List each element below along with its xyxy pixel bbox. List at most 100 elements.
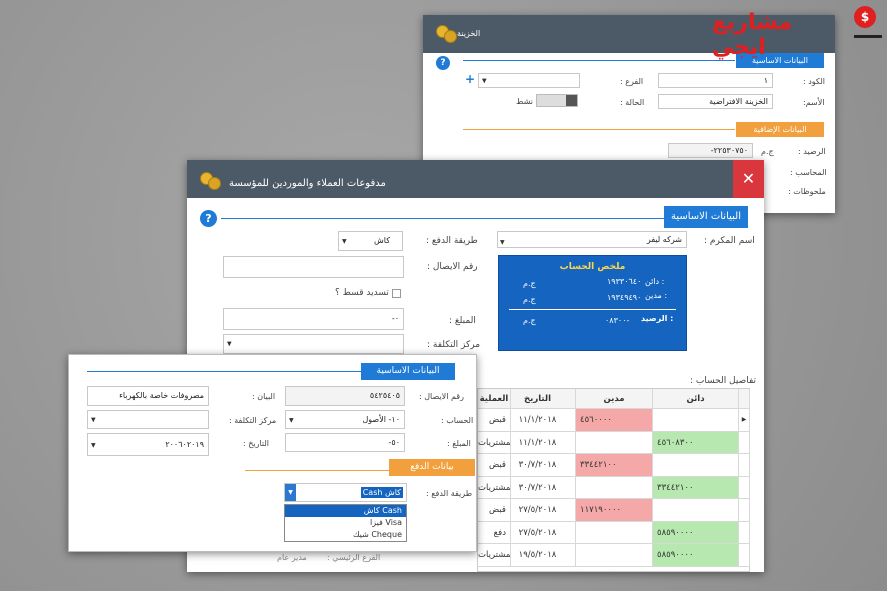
amount-field[interactable]: ٠- (223, 308, 404, 330)
grid-cell-op[interactable]: المشتريات (478, 544, 511, 567)
method-label: طريقة الدفع : (426, 489, 473, 498)
grid-cell-date[interactable]: ١١/١/٢٠١٨ (500, 431, 576, 454)
method-select[interactable]: كاش Cash ▼ (284, 483, 407, 502)
summary-balance-currency: ج.م (523, 316, 536, 325)
receipt-field[interactable] (223, 256, 404, 278)
help-icon[interactable]: ? (200, 210, 217, 227)
coins-icon (200, 172, 222, 190)
close-button[interactable]: ✕ (733, 160, 764, 198)
account-select[interactable]: ١٠- الأصول (285, 410, 405, 429)
grid-cell-credit[interactable]: ٥٨٥٩٠٠٠٠ (653, 544, 739, 567)
cost-center-label: مركز التكلفة : (427, 340, 481, 350)
branch-label: الفرع : (620, 77, 644, 86)
footer-role: مدير عام (277, 553, 307, 562)
option-visa[interactable]: فيزا Visa (285, 517, 406, 529)
grid-cell-debit[interactable]: ٣٣٤٤٢١٠٠ (576, 454, 653, 477)
method-selected: كاش Cash (360, 487, 403, 498)
grid-cell-debit[interactable]: ١١٧١٩٠٠٠٠ (576, 499, 653, 522)
grid-cell-debit[interactable] (576, 431, 653, 454)
row-pointer[interactable] (739, 499, 750, 522)
option-cheque[interactable]: شيك Cheque (285, 529, 406, 541)
code-field[interactable]: ١ (658, 73, 773, 88)
name-label: الأسم: (803, 98, 825, 107)
row-pointer[interactable] (739, 521, 750, 544)
pay-method-label: طريقة الدفع : (426, 236, 478, 246)
date-field[interactable]: ٢٠٠٦٠٢٠١٩ (87, 433, 209, 456)
section-line (221, 218, 664, 219)
grid-cell-op[interactable]: المشتريات (478, 476, 511, 499)
logo-text: مشاريع ايجي (712, 10, 793, 60)
method-dropdown-button[interactable]: ▼ (285, 484, 296, 501)
statement-field[interactable]: مصروفات خاصة بالكهرباء (87, 386, 209, 406)
grid-cell-op[interactable]: قبض (478, 454, 511, 477)
status-toggle[interactable] (536, 94, 578, 107)
row-pointer[interactable] (739, 454, 750, 477)
payment-data-section: بيانات الدفع (389, 459, 475, 476)
grid-cell-credit[interactable] (653, 499, 739, 522)
grid-cell-debit[interactable] (576, 476, 653, 499)
grid-cell-date[interactable]: ٣٠/٧/٢٠١٨ (500, 454, 576, 477)
method-options-list[interactable]: كاش Cash فيزا Visa شيك Cheque (284, 504, 407, 542)
grid-cell-credit[interactable] (653, 409, 739, 432)
grid-header-date[interactable]: التاريخ (500, 389, 576, 409)
add-branch-icon[interactable]: + (465, 72, 475, 86)
installment-checkbox[interactable] (392, 289, 401, 298)
account-details-grid[interactable]: دائن مدين التاريخ العملية ▶ ٤٥٦٠٠٠٠ ١١/١/٢٠١٨ ق… (477, 388, 750, 572)
grid-cell-credit[interactable]: ٥٨٥٩٠٠٠٠ (653, 521, 739, 544)
row-pointer[interactable]: ▶ (739, 409, 750, 432)
name-field[interactable]: الخزينة الافتراضية (658, 94, 773, 109)
cost-center-select[interactable]: ▼ (223, 334, 404, 354)
grid-cell-credit[interactable] (653, 454, 739, 477)
grid-cell-debit[interactable]: ٤٥٦٠٠٠٠ (576, 409, 653, 432)
balance-field: ٢٢٥٣٠٧٥٠- (668, 143, 753, 158)
grid-header-op[interactable]: العملية (478, 389, 511, 409)
site-logo: مشاريع ايجي $ (712, 4, 884, 60)
help-icon[interactable]: ? (436, 56, 450, 70)
row-pointer-column (739, 389, 750, 409)
grid-cell-date[interactable]: ١١/١/٢٠١٨ (500, 409, 576, 432)
summary-debit-label: مدين : (645, 291, 668, 300)
grid-cell-op[interactable]: دفع (478, 521, 511, 544)
statement-label: البيان : (252, 392, 276, 401)
grid-cell-op[interactable]: المشتريات (478, 431, 511, 454)
grid-cell-date[interactable]: ١٩/٥/٢٠١٨ (500, 544, 576, 567)
grid-cell-date[interactable]: ٢٧/٥/٢٠١٨ (500, 499, 576, 522)
option-cash[interactable]: كاش Cash (285, 505, 406, 517)
row-pointer[interactable] (739, 476, 750, 499)
pay-method-select[interactable]: كاش (338, 231, 403, 251)
voucher-amount-field[interactable]: ٥٠- (285, 433, 405, 452)
voucher-cost-select[interactable]: ▼ (87, 410, 209, 429)
voucher-receipt-field[interactable]: ٥٤٢٥٤٠٥ (285, 386, 405, 406)
grid-cell-credit[interactable]: ٣٣٤٤٢١٠٠ (653, 476, 739, 499)
voucher-basic-section: البيانات الاساسية (361, 363, 455, 380)
summary-balance-value: ٠٨٣٠٠- (605, 316, 630, 325)
branch-select[interactable]: ▼ (478, 73, 580, 88)
coins-icon (436, 25, 458, 43)
details-label: تفاصيل الحساب : (690, 376, 757, 386)
grid-cell-debit[interactable] (576, 544, 653, 567)
calendar-dropdown-icon[interactable]: ▼ (91, 442, 96, 449)
grid-header-credit[interactable]: دائن (653, 389, 739, 409)
grid-cell-op[interactable]: قبض (478, 499, 511, 522)
money-bag-icon: $ (854, 6, 876, 28)
section-line (87, 371, 361, 372)
grid-header-debit[interactable]: مدين (576, 389, 653, 409)
section-line (463, 60, 735, 61)
grid-cell-debit[interactable] (576, 521, 653, 544)
row-pointer[interactable] (739, 544, 750, 567)
grid-cell-date[interactable]: ٣٠/٧/٢٠١٨ (500, 476, 576, 499)
person-select[interactable]: شركه ليفر (497, 231, 687, 248)
voucher-amount-label: المبلغ : (447, 439, 471, 448)
treasury-extra-section: البيانات الإضافية (736, 122, 824, 137)
summary-credit-value: ١٩٣٣٠٦٤٠ (607, 277, 642, 286)
grid-cell-date[interactable]: ٢٧/٥/٢٠١٨ (500, 521, 576, 544)
summary-debit-value: ١٩٣٤٩٤٩٠ (607, 293, 642, 302)
grid-cell-op[interactable]: قبض (478, 409, 511, 432)
voucher-receipt-label: رقم الايصال : (419, 392, 464, 401)
chevron-down-icon: ▼ (500, 239, 505, 246)
grid-cell-credit[interactable]: ٤٥٦٠٨٣٠٠ (653, 431, 739, 454)
amount-label: المبلغ : (449, 316, 476, 326)
voucher-cost-label: مركز التكلفة : (229, 416, 277, 425)
summary-debit-currency: ج.م (523, 295, 536, 304)
row-pointer[interactable] (739, 431, 750, 454)
